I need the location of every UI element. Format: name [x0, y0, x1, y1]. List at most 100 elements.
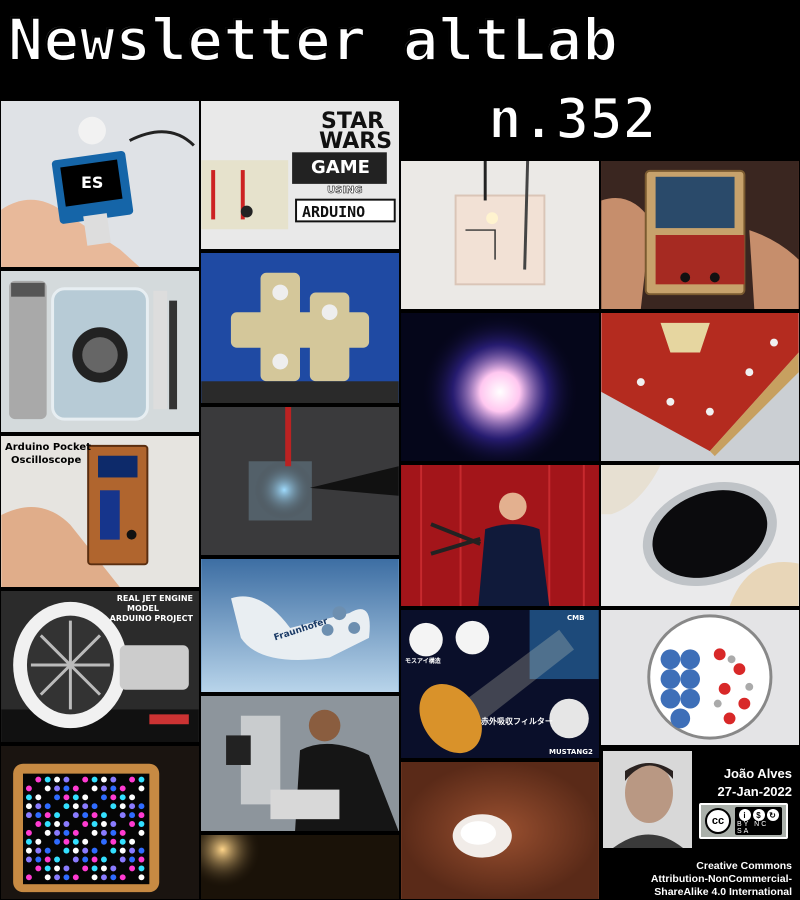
tile-led-matrix[interactable]: [0, 745, 200, 900]
sa-icon: ↻: [766, 809, 779, 821]
tile-molecular-structure[interactable]: [600, 609, 800, 746]
tile-star-wars-arduino[interactable]: STAR WARS GAME USING ARDUINO: [200, 100, 400, 250]
led-dot: [110, 865, 117, 872]
jet-engine-image: [1, 591, 199, 742]
tile-cmb-telescope[interactable]: CMB MUSTANG2 モスアイ構造 赤外吸収フィルター: [400, 609, 600, 759]
tile-cosmic-explosion[interactable]: [400, 312, 600, 462]
led-dot: [63, 821, 70, 827]
tile-oled-usb-board[interactable]: ES: [0, 100, 200, 268]
drone-presenter-image: [401, 465, 599, 606]
led-dot: [25, 829, 32, 836]
led-dot: [119, 794, 126, 801]
led-dot: [91, 785, 98, 792]
led-dot: [63, 803, 70, 810]
mars-ice-image: [401, 762, 599, 899]
tile-space-galaxy[interactable]: [200, 834, 400, 900]
led-dot: [35, 847, 42, 854]
led-dot: [72, 838, 79, 845]
led-dot: [91, 865, 98, 872]
led-dot: [91, 803, 98, 810]
tile-fraunhofer-part[interactable]: Fraunhofer: [200, 558, 400, 693]
led-dot: [138, 776, 145, 783]
galaxy-image: [201, 835, 397, 899]
tile-heart-pcb[interactable]: [600, 312, 800, 462]
led-dot: [25, 874, 32, 881]
led-dot: [100, 874, 107, 881]
led-dot: [63, 776, 70, 783]
tile-black-membrane[interactable]: [600, 464, 800, 607]
tile-pocket-oscilloscope[interactable]: Arduino Pocket Oscilloscope: [0, 435, 200, 588]
led-dot: [119, 803, 126, 810]
tile-lab-enclosure[interactable]: [0, 270, 200, 433]
led-dot: [110, 785, 117, 792]
led-dot: [54, 785, 61, 792]
led-dot: [72, 856, 79, 863]
led-dot: [82, 794, 89, 801]
led-dot: [54, 794, 61, 801]
led-dot: [35, 803, 42, 810]
led-dot: [54, 776, 61, 783]
led-dot: [44, 803, 51, 810]
star-wars-image: [201, 101, 399, 249]
led-matrix-image: [1, 746, 199, 899]
led-dot: [138, 829, 145, 836]
led-dot: [138, 821, 145, 827]
by-icon: i: [738, 809, 751, 821]
license-line-1: Creative Commons: [696, 860, 792, 872]
tile-lab-researcher[interactable]: [200, 695, 400, 832]
led-dot: [63, 865, 70, 872]
tile-mars-ice[interactable]: [400, 761, 600, 900]
tile-handheld-console[interactable]: [600, 160, 800, 310]
tile-glowing-sample[interactable]: [200, 406, 400, 556]
led-dot: [82, 812, 89, 819]
heart-pcb-image: [601, 313, 799, 461]
newsletter-title: Newsletter altLab: [7, 5, 619, 75]
led-dot: [110, 821, 117, 827]
cc-abbreviation: BY NC SA: [737, 821, 769, 835]
nc-icon: $: [752, 809, 765, 821]
oled-board-image: [1, 101, 199, 267]
led-dot: [110, 874, 117, 881]
tile-transparent-cube[interactable]: [400, 160, 600, 310]
led-dot: [35, 865, 42, 872]
led-dot: [54, 856, 61, 863]
led-dot: [91, 829, 98, 836]
led-dot: [25, 856, 32, 863]
led-dot: [35, 856, 42, 863]
led-dot: [63, 847, 70, 854]
led-dot: [100, 812, 107, 819]
fraunhofer-part-image: [201, 559, 399, 692]
led-dot: [129, 803, 136, 810]
led-dot: [82, 838, 89, 845]
led-dot: [63, 874, 70, 881]
led-dot: [44, 847, 51, 854]
chip-holder-image: [201, 253, 399, 403]
handheld-console-image: [601, 161, 799, 309]
led-dot: [110, 794, 117, 801]
led-dot: [72, 812, 79, 819]
led-dot: [91, 874, 98, 881]
led-dot: [91, 821, 98, 827]
led-dot: [110, 838, 117, 845]
author-photo: [603, 751, 692, 848]
led-dot: [44, 812, 51, 819]
led-dot: [44, 829, 51, 836]
led-dot: [54, 812, 61, 819]
tile-jet-engine-model[interactable]: REAL JET ENGINE MODEL ARDUINO PROJECT: [0, 590, 200, 743]
led-dot: [44, 821, 51, 827]
led-dot: [63, 794, 70, 801]
led-dot: [138, 803, 145, 810]
led-dot: [25, 838, 32, 845]
led-dot: [110, 847, 117, 854]
led-dot: [25, 812, 32, 819]
led-dot: [54, 838, 61, 845]
led-dot: [35, 776, 42, 783]
led-dot: [35, 821, 42, 827]
led-dot: [35, 812, 42, 819]
tile-microfluidic-chip[interactable]: [200, 252, 400, 404]
led-dot: [100, 865, 107, 872]
tile-drone-presenter[interactable]: [400, 464, 600, 607]
led-dot: [44, 874, 51, 881]
cc-license-badge[interactable]: cc i $ ↻ BY NC SA: [699, 803, 788, 839]
led-dot: [129, 821, 136, 827]
